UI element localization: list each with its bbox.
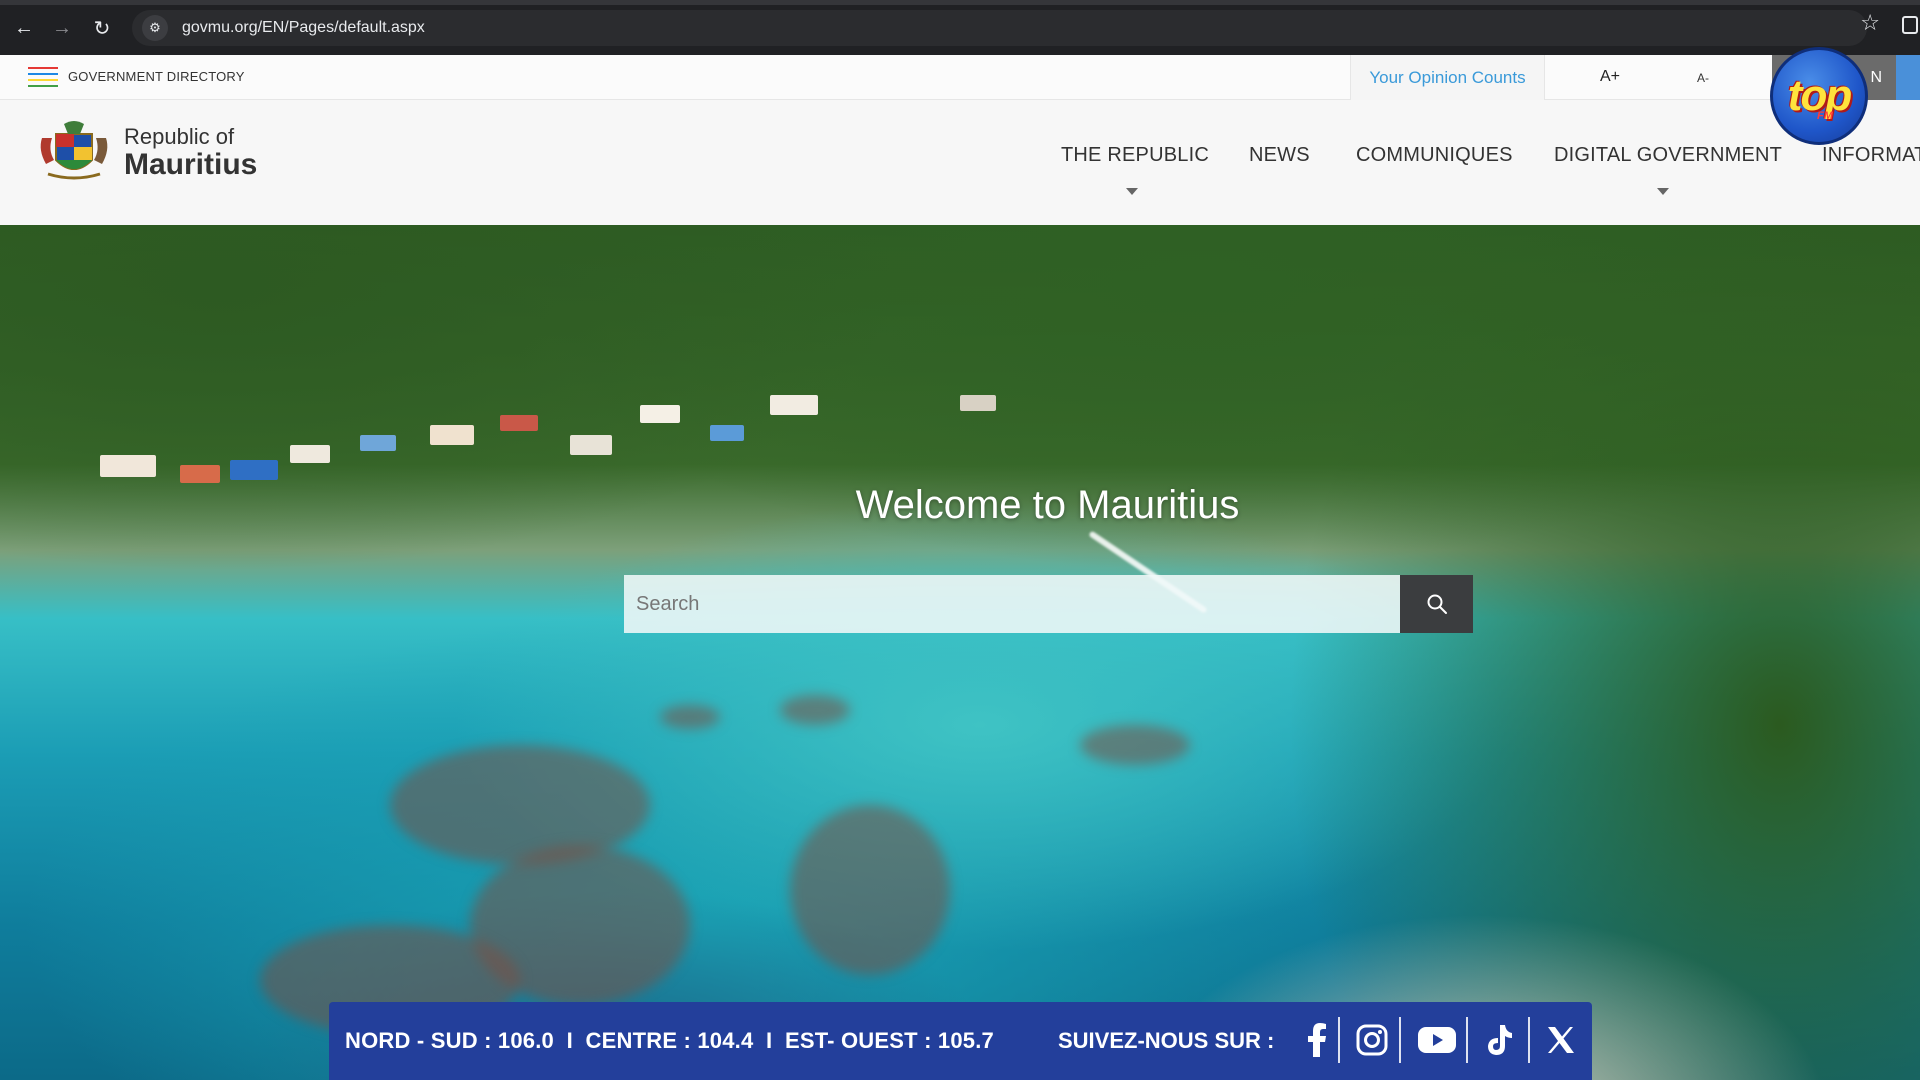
site-settings-icon[interactable]: ⚙ (142, 15, 168, 41)
x-icon[interactable] (1541, 1020, 1581, 1060)
youtube-icon[interactable] (1412, 1020, 1462, 1060)
browser-toolbar: ← → ↻ ⚙ govmu.org/EN/Pages/default.aspx … (0, 0, 1920, 55)
reef-shape (390, 745, 650, 865)
menu-item-information[interactable]: INFORMAT (1822, 144, 1920, 167)
radio-frequencies: NORD - SUD : 106.0 I CENTRE : 104.4 I ES… (345, 1028, 994, 1053)
reef-shape (790, 805, 950, 975)
house (360, 435, 396, 451)
tiktok-glyph (1488, 1025, 1512, 1055)
address-bar[interactable]: ⚙ govmu.org/EN/Pages/default.aspx (132, 10, 1867, 46)
search-input[interactable] (624, 575, 1400, 633)
house (500, 415, 538, 431)
hamburger-menu-icon[interactable] (28, 67, 58, 87)
youtube-glyph (1418, 1027, 1456, 1053)
chevron-down-icon[interactable] (1126, 188, 1138, 195)
facebook-icon[interactable] (1297, 1020, 1337, 1060)
house (640, 405, 680, 423)
browser-tab-strip (0, 0, 1920, 5)
coat-of-arms-logo[interactable] (34, 120, 114, 184)
x-glyph (1548, 1027, 1574, 1053)
hero-banner: Welcome to Mauritius (0, 225, 1920, 1080)
instagram-glyph (1356, 1024, 1388, 1056)
font-decrease-button[interactable]: A- (1697, 71, 1709, 85)
utility-bar: GOVERNMENT DIRECTORY Your Opinion Counts… (0, 55, 1920, 100)
language-label: N (1870, 68, 1882, 86)
url-text: govmu.org/EN/Pages/default.aspx (182, 19, 425, 36)
menu-item-digital-government[interactable]: DIGITAL GOVERNMENT (1554, 144, 1782, 167)
menu-item-communiques[interactable]: COMMUNIQUES (1356, 144, 1513, 167)
brand-line-1: Republic of (124, 124, 235, 149)
bookmark-star-icon[interactable]: ☆ (1860, 10, 1880, 36)
house (710, 425, 744, 441)
instagram-icon[interactable] (1352, 1020, 1392, 1060)
divider (1399, 1017, 1401, 1063)
radio-frequency-banner: NORD - SUD : 106.0 I CENTRE : 104.4 I ES… (329, 1002, 1592, 1080)
extensions-icon[interactable] (1902, 16, 1918, 34)
divider (1466, 1017, 1468, 1063)
hamburger-line (28, 73, 58, 75)
reef-shape (1080, 725, 1190, 765)
house (570, 435, 612, 455)
house (100, 455, 156, 477)
house (770, 395, 818, 415)
reef-shape (780, 695, 850, 725)
facebook-glyph (1308, 1023, 1326, 1057)
hamburger-line (28, 85, 58, 87)
house (290, 445, 330, 463)
follow-us-label: SUIVEZ-NOUS SUR : (1058, 1028, 1275, 1053)
hamburger-line (28, 79, 58, 81)
house (430, 425, 474, 445)
menu-item-news[interactable]: NEWS (1249, 144, 1310, 167)
site-header: Republic of Mauritius THE REPUBLIC NEWS … (0, 100, 1920, 225)
language-button-alt[interactable] (1896, 55, 1920, 100)
topfm-logo: top FM (1770, 47, 1868, 145)
tiktok-icon[interactable] (1479, 1020, 1519, 1060)
menu-item-the-republic[interactable]: THE REPUBLIC (1061, 144, 1209, 167)
search-button[interactable] (1400, 575, 1473, 633)
house (960, 395, 996, 411)
chevron-down-icon[interactable] (1657, 188, 1669, 195)
reload-icon[interactable]: ↻ (82, 8, 122, 48)
house (230, 460, 278, 480)
forward-icon[interactable]: → (42, 8, 82, 48)
house (180, 465, 220, 483)
font-increase-button[interactable]: A+ (1600, 68, 1620, 86)
your-opinion-counts-link[interactable]: Your Opinion Counts (1350, 55, 1545, 100)
divider (1338, 1017, 1340, 1063)
topfm-logo-sub: FM (1817, 110, 1833, 122)
divider (1528, 1017, 1530, 1063)
reef-shape (660, 705, 720, 729)
hamburger-line (28, 67, 58, 69)
search-icon (1427, 594, 1447, 614)
government-directory-link[interactable]: GOVERNMENT DIRECTORY (68, 69, 245, 84)
back-icon[interactable]: ← (4, 8, 44, 48)
hero-title: Welcome to Mauritius (855, 483, 1240, 527)
brand-line-2: Mauritius (124, 148, 258, 181)
